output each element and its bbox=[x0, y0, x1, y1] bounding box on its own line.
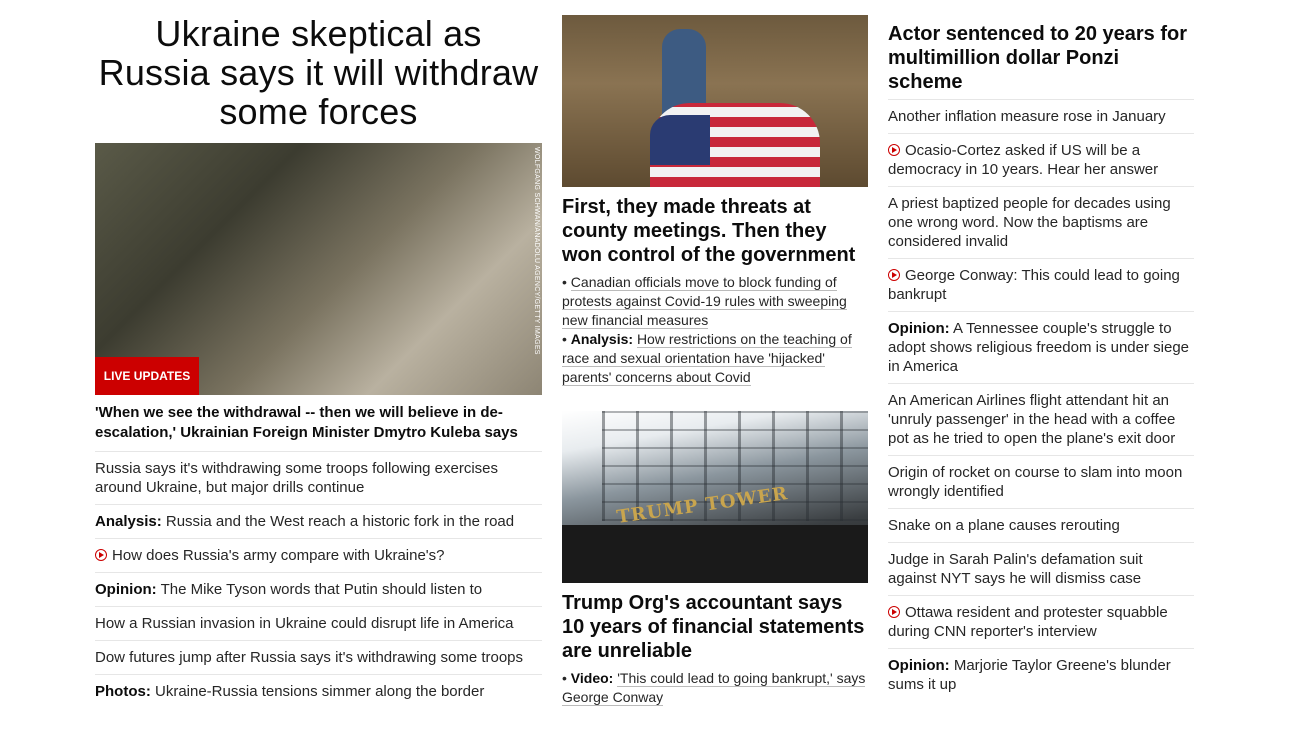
link-text[interactable]: Russia and the West reach a historic for… bbox=[166, 513, 514, 530]
lead-headline[interactable]: Ukraine skeptical as Russia says it will… bbox=[95, 14, 542, 131]
label-opinion: Opinion: bbox=[95, 581, 157, 598]
story-headline[interactable]: First, they made threats at county meeti… bbox=[562, 195, 868, 267]
label-video: Video: bbox=[570, 670, 614, 686]
link-text[interactable]: A priest baptized people for decades usi… bbox=[888, 195, 1171, 250]
link-text[interactable]: How a Russian invasion in Ukraine could … bbox=[95, 615, 514, 632]
list-item[interactable]: Opinion: The Mike Tyson words that Putin… bbox=[95, 573, 542, 607]
list-item[interactable]: Opinion: A Tennessee couple's struggle t… bbox=[888, 312, 1194, 384]
lead-image-soldier[interactable]: WOLFGANG SCHWAN/ANADOLU AGENCY/GETTY IMA… bbox=[95, 143, 542, 395]
right-column: Actor sentenced to 20 years for multimil… bbox=[888, 22, 1194, 701]
list-item[interactable]: Judge in Sarah Palin's defamation suit a… bbox=[888, 543, 1194, 596]
live-updates-badge[interactable]: LIVE UPDATES bbox=[95, 357, 199, 395]
link-text[interactable]: Origin of rocket on course to slam into … bbox=[888, 464, 1182, 500]
list-item[interactable]: Opinion: Marjorie Taylor Greene's blunde… bbox=[888, 649, 1194, 701]
bullet-item[interactable]: • Video: 'This could lead to going bankr… bbox=[562, 669, 868, 707]
story-headline[interactable]: Actor sentenced to 20 years for multimil… bbox=[888, 22, 1194, 94]
link-text[interactable]: Ocasio-Cortez asked if US will be a demo… bbox=[888, 142, 1158, 178]
link-text[interactable]: Another inflation measure rose in Januar… bbox=[888, 108, 1166, 125]
list-item[interactable]: Russia says it's withdrawing some troops… bbox=[95, 452, 542, 505]
link-text[interactable]: Snake on a plane causes rerouting bbox=[888, 517, 1120, 534]
label-analysis: Analysis: bbox=[95, 513, 162, 530]
play-circle-icon bbox=[888, 269, 900, 281]
list-item[interactable]: An American Airlines flight attendant hi… bbox=[888, 384, 1194, 456]
link-text[interactable]: An American Airlines flight attendant hi… bbox=[888, 392, 1175, 447]
story-bullets: • Canadian officials move to block fundi… bbox=[562, 273, 868, 387]
link-text[interactable]: Russia says it's withdrawing some troops… bbox=[95, 460, 498, 496]
list-item[interactable]: Origin of rocket on course to slam into … bbox=[888, 456, 1194, 509]
link-text[interactable]: Dow futures jump after Russia says it's … bbox=[95, 649, 523, 666]
label-analysis: Analysis: bbox=[570, 331, 634, 347]
list-item[interactable]: A priest baptized people for decades usi… bbox=[888, 187, 1194, 259]
tower-entrance bbox=[562, 525, 868, 583]
lead-related-list: Russia says it's withdrawing some troops… bbox=[95, 452, 542, 708]
list-item[interactable]: Ottawa resident and protester squabble d… bbox=[888, 596, 1194, 649]
middle-column: First, they made threats at county meeti… bbox=[562, 15, 868, 707]
lead-subheadline[interactable]: 'When we see the withdrawal -- then we w… bbox=[95, 403, 542, 452]
story-bullets: • Video: 'This could lead to going bankr… bbox=[562, 669, 868, 707]
list-item[interactable]: Dow futures jump after Russia says it's … bbox=[95, 641, 542, 675]
link-text[interactable]: Canadian officials move to block funding… bbox=[562, 274, 847, 329]
flag-canton bbox=[650, 115, 710, 165]
list-item[interactable]: How a Russian invasion in Ukraine could … bbox=[95, 607, 542, 641]
story-headline[interactable]: Trump Org's accountant says 10 years of … bbox=[562, 591, 868, 663]
play-circle-icon bbox=[888, 144, 900, 156]
link-text[interactable]: George Conway: This could lead to going … bbox=[888, 267, 1180, 303]
link-text[interactable]: Ottawa resident and protester squabble d… bbox=[888, 604, 1168, 640]
label-photos: Photos: bbox=[95, 683, 151, 700]
label-opinion: Opinion: bbox=[888, 320, 950, 337]
list-item[interactable]: Another inflation measure rose in Januar… bbox=[888, 99, 1194, 134]
link-text[interactable]: The Mike Tyson words that Putin should l… bbox=[161, 581, 483, 598]
bullet-item[interactable]: • Analysis: How restrictions on the teac… bbox=[562, 330, 868, 387]
play-circle-icon bbox=[888, 606, 900, 618]
list-item[interactable]: Photos: Ukraine-Russia tensions simmer a… bbox=[95, 675, 542, 708]
list-item[interactable]: Ocasio-Cortez asked if US will be a demo… bbox=[888, 134, 1194, 187]
link-text[interactable]: Ukraine-Russia tensions simmer along the… bbox=[155, 683, 484, 700]
link-text[interactable]: How does Russia's army compare with Ukra… bbox=[112, 547, 445, 564]
list-item[interactable]: Analysis: Russia and the West reach a hi… bbox=[95, 505, 542, 539]
trump-tower-image[interactable]: TRUMP TOWER bbox=[562, 411, 868, 583]
lead-story-column: Ukraine skeptical as Russia says it will… bbox=[95, 14, 542, 708]
label-opinion: Opinion: bbox=[888, 657, 950, 674]
headline-list: Another inflation measure rose in Januar… bbox=[888, 99, 1194, 701]
bullet-item[interactable]: • Canadian officials move to block fundi… bbox=[562, 273, 868, 330]
list-item[interactable]: George Conway: This could lead to going … bbox=[888, 259, 1194, 312]
list-item[interactable]: How does Russia's army compare with Ukra… bbox=[95, 539, 542, 573]
list-item[interactable]: Snake on a plane causes rerouting bbox=[888, 509, 1194, 543]
photo-credit: WOLFGANG SCHWAN/ANADOLU AGENCY/GETTY IMA… bbox=[533, 147, 540, 355]
play-circle-icon bbox=[95, 549, 107, 561]
barbershop-image[interactable] bbox=[562, 15, 868, 187]
link-text[interactable]: Judge in Sarah Palin's defamation suit a… bbox=[888, 551, 1143, 587]
